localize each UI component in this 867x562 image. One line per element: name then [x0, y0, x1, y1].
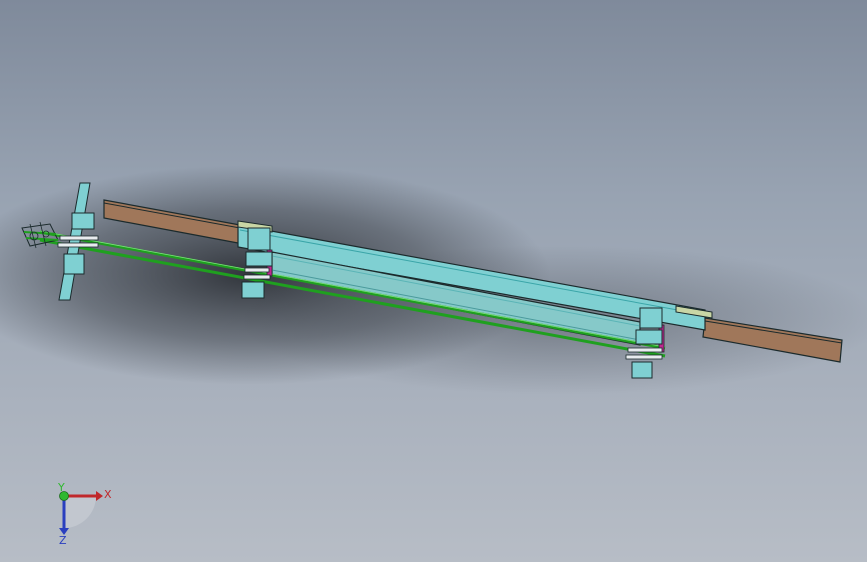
orientation-triad[interactable]: X Y Z — [57, 481, 112, 547]
y-axis-label: Y — [57, 481, 65, 494]
x-axis-head — [96, 491, 103, 501]
3d-model-canvas[interactable]: X Y Z — [0, 0, 867, 562]
graphics-viewport[interactable]: X Y Z — [0, 0, 867, 562]
triad-shade — [64, 496, 96, 528]
x-axis-label: X — [104, 488, 112, 501]
z-axis-label: Z — [59, 534, 67, 547]
